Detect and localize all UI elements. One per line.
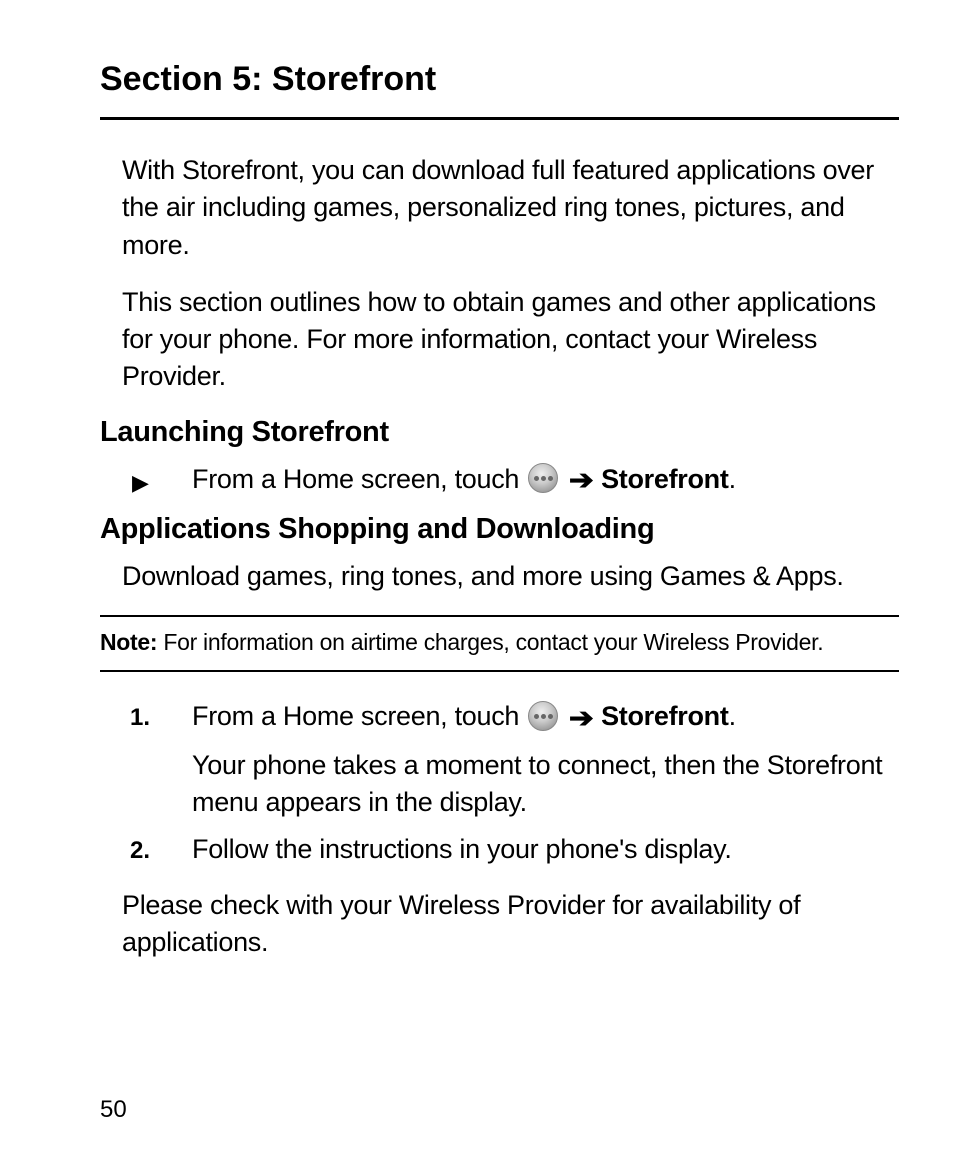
storefront-label: Storefront [601,701,729,731]
title-rule [100,117,899,120]
closing-para: Please check with your Wireless Provider… [122,887,899,962]
page-number: 50 [100,1096,127,1124]
step-1-body: From a Home screen, touch ➔ Storefront. … [192,698,899,821]
step-2-number: 2. [130,837,192,865]
storefront-label: Storefront [601,464,729,494]
section-title: Section 5: Storefront [100,60,899,99]
subheading-launching: Launching Storefront [100,416,899,449]
step-2-body: Follow the instructions in your phone's … [192,831,899,868]
launch-step: ▶ From a Home screen, touch ➔ Storefront… [132,461,899,500]
note-text: For information on airtime charges, cont… [157,629,823,655]
launch-instruction: From a Home screen, touch ➔ Storefront. [192,461,736,500]
period: . [729,701,736,731]
launch-prefix: From a Home screen, touch [192,464,526,494]
step-1-after: Your phone takes a moment to connect, th… [192,747,899,822]
play-bullet-icon: ▶ [132,470,192,496]
period: . [729,464,736,494]
note-label: Note: [100,629,157,655]
step-1-number: 1. [130,704,192,732]
apps-grid-icon [528,463,558,493]
manual-page: Section 5: Storefront With Storefront, y… [0,0,954,1172]
intro-para-2: This section outlines how to obtain game… [122,284,899,396]
note-box: Note: For information on airtime charges… [100,615,899,672]
step-1-prefix: From a Home screen, touch [192,701,526,731]
apps-grid-icon [528,701,558,731]
step-2: 2. Follow the instructions in your phone… [130,831,899,868]
apps-desc: Download games, ring tones, and more usi… [122,558,899,595]
subheading-applications: Applications Shopping and Downloading [100,513,899,546]
intro-para-1: With Storefront, you can download full f… [122,152,899,264]
step-1: 1. From a Home screen, touch ➔ Storefron… [130,698,899,821]
arrow-icon: ➔ [568,462,593,499]
arrow-icon: ➔ [568,700,593,737]
